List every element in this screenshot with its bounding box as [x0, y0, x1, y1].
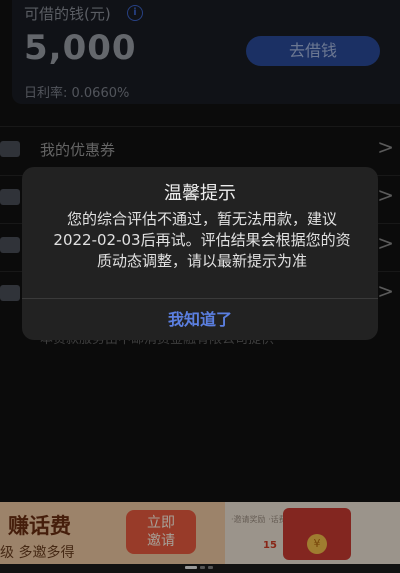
pagination-dot [200, 566, 205, 569]
notice-dialog: 温馨提示 您的综合评估不通过，暂无法用款，建议2022-02-03后再试。评估结… [22, 167, 378, 340]
pagination-dot [208, 566, 213, 569]
confirm-button[interactable]: 我知道了 [22, 299, 378, 340]
dialog-message: 您的综合评估不通过，暂无法用款，建议2022-02-03后再试。评估结果会根据您… [53, 210, 351, 270]
dialog-title: 温馨提示 [164, 183, 236, 204]
pagination-dot-active [185, 566, 197, 569]
